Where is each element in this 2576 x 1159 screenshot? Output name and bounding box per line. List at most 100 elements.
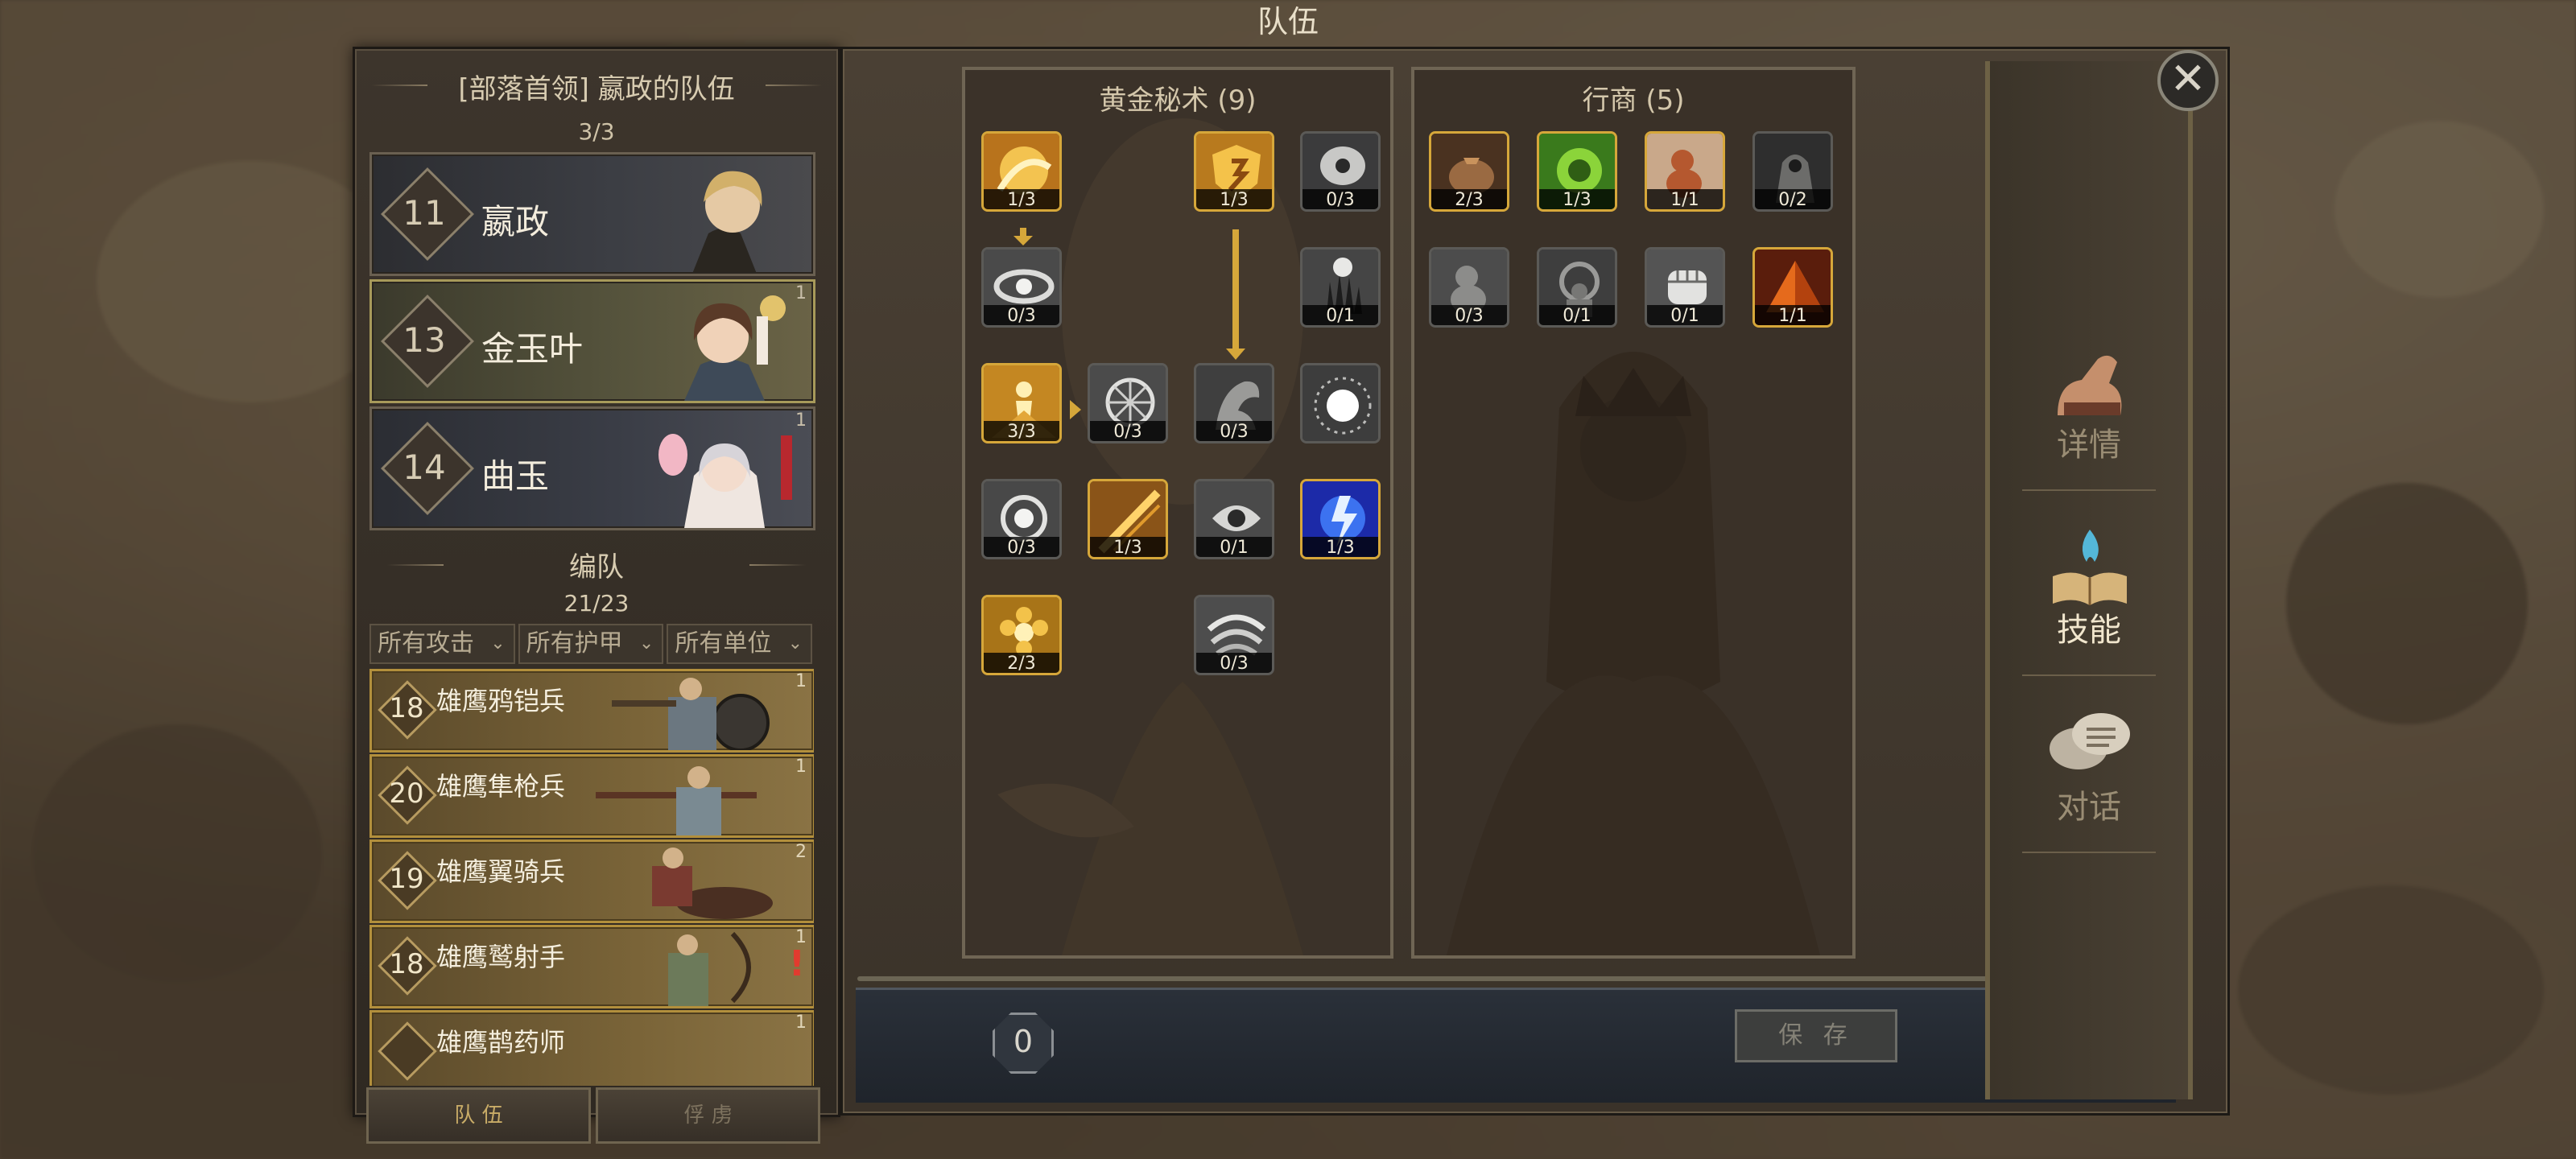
nav-label: 技能 [2057,612,2121,649]
skill-ghost-hand[interactable]: 0/3 [1194,363,1274,443]
skill-arrow [1013,236,1033,245]
skill-level: 0/2 [1755,189,1831,209]
unit-filter-dropdown[interactable]: 所有单位 ⌄ [667,624,813,664]
skill-golden-figure[interactable]: 3/3 [981,363,1062,443]
unit-name: 雄鹰鹊药师 [436,1027,566,1058]
tab-prisoners[interactable]: 俘 虏 [596,1087,820,1144]
skill-level: 1/1 [1755,305,1831,325]
skill-arrow [1070,400,1081,419]
skill-orb-spin[interactable]: 0/3 [981,479,1062,559]
hero-name: 金玉叶 [481,329,584,369]
armor-filter-dropdown[interactable]: 所有护甲 ⌄ [518,624,664,664]
nav-label: 对话 [2057,789,2121,826]
hero-portrait [658,434,792,528]
skill-arcane-eye[interactable]: 0/3 [1300,131,1381,212]
unit-level: 19 [389,863,424,895]
unit-row[interactable]: 18 雄鹰鸦铠兵 1 [369,669,814,753]
skill-level: 0/3 [1302,189,1378,209]
skill-coin-bag[interactable]: 2/3 [1429,131,1509,212]
skill-level: 0/3 [1431,305,1507,325]
chevron-down-icon: ⌄ [490,633,506,654]
speech-bubbles-icon [2050,713,2130,769]
skill-arrow [1226,349,1245,360]
side-navigation: 详情 技能 对话 [1985,61,2193,1099]
skill-level: 0/1 [1647,305,1723,325]
chevron-down-icon: ⌄ [638,633,654,654]
hero-level: 11 [402,193,446,233]
tree-title: 黄金秘术 (9) [1099,85,1257,117]
skill-level: 0/3 [984,305,1059,325]
tab-party[interactable]: 队 伍 [366,1087,591,1144]
party-tabs: 队 伍 俘 虏 [366,1087,820,1144]
unit-row[interactable]: 雄鹰鹊药师 1 [369,1010,814,1086]
skill-level: 1/1 [1647,189,1723,209]
unit-badge: 1 [795,671,807,691]
skill-fist[interactable]: 0/1 [1645,247,1725,328]
shield-soldier-illustration [612,678,770,750]
skill-mechanical-eye[interactable]: 0/1 [1194,479,1274,559]
hero-portrait [692,171,762,274]
skill-golden-shield-rune[interactable]: 1/3 [1194,131,1274,212]
skill-level: 0/3 [1196,421,1272,441]
skill-whirlwind[interactable]: 0/3 [1194,595,1274,675]
skill-blue-lightning[interactable]: 1/3 [1300,479,1381,559]
hero-card-quyu[interactable]: 14 曲玉 1 [369,406,815,530]
unit-row[interactable]: 19 雄鹰翼骑兵 2 [369,839,814,923]
cavalry-illustration [652,848,773,919]
unit-filter-label: 所有单位 [675,629,772,658]
skill-grey-gourd[interactable]: 0/3 [1429,247,1509,328]
skill-level: 0/3 [984,537,1059,557]
skill-fire-pyramid[interactable]: 1/1 [1752,247,1833,328]
skill-spiral-orb[interactable]: 0/3 [981,247,1062,328]
skill-crowd[interactable]: 0/1 [1537,247,1617,328]
window-title: 队伍 [1257,4,1319,39]
attack-filter-dropdown[interactable]: 所有攻击 ⌄ [369,624,515,664]
unit-name: 雄鹰鹫射手 [436,942,566,972]
nav-dialogue[interactable]: 对话 [1990,697,2188,842]
hero-name: 嬴政 [481,202,550,241]
skill-golden-swirl[interactable]: 1/3 [981,131,1062,212]
skill-arrow [1232,229,1239,350]
horizontal-scrollbar[interactable] [857,976,2178,981]
hero-portrait [684,295,786,401]
skill-light-burst[interactable] [1300,363,1381,443]
skill-level: 1/3 [1090,537,1166,557]
tree-title: 行商 (5) [1582,85,1685,117]
flexed-arm-icon [2058,355,2122,415]
unit-list[interactable]: 18 雄鹰鸦铠兵 1 20 雄鹰隼枪兵 1 19 雄鹰翼骑兵 2 18 雄鹰鹫射… [369,669,814,1086]
save-button[interactable]: 保 存 [1735,1009,1897,1062]
light-burst-icon [1302,365,1378,441]
hero-count: 3/3 [578,118,615,145]
hero-card-yingzheng[interactable]: 11 嬴政 [369,152,815,276]
skill-level: 0/1 [1302,305,1378,325]
nav-skills[interactable]: 技能 [1990,520,2188,665]
skill-claw-hand[interactable]: 0/1 [1300,247,1381,328]
warning-icon: ! [788,943,805,984]
skill-level: 0/3 [1090,421,1166,441]
hero-card-jinyuye[interactable]: 13 金玉叶 1 [369,279,815,403]
hero-level: 14 [402,448,446,487]
skill-gourd[interactable]: 1/1 [1645,131,1725,212]
skill-golden-strike[interactable]: 1/3 [1088,479,1168,559]
skill-level: 0/1 [1539,305,1615,325]
unit-badge: 1 [795,1013,807,1033]
skill-radiant-wheel[interactable]: 0/3 [1088,363,1168,443]
party-panel: [部落首领] 嬴政的队伍 3/3 11 嬴政 13 金玉叶 1 14 曲玉 1 [353,47,840,1144]
unit-name: 雄鹰隼枪兵 [436,771,566,802]
close-button[interactable]: ✕ [2157,50,2219,111]
spear-soldier-illustration [596,766,757,835]
unit-row[interactable]: 20 雄鹰隼枪兵 1 [369,754,814,838]
skill-level: 2/3 [1431,189,1507,209]
skill-hooded-figure[interactable]: 0/2 [1752,131,1833,212]
skill-level: 1/3 [1196,189,1272,209]
unit-row[interactable]: 18 雄鹰鹫射手 1 ! [369,925,814,1008]
unit-filters: 所有攻击 ⌄ 所有护甲 ⌄ 所有单位 ⌄ [369,624,813,664]
skill-golden-bloom[interactable]: 2/3 [981,595,1062,675]
skill-green-coin[interactable]: 1/3 [1537,131,1617,212]
formation-count: 21/23 [564,590,630,617]
skill-level: 1/3 [984,189,1059,209]
skill-footer: 0 保 存 [856,988,2176,1103]
skill-points-value: 0 [1013,1024,1034,1059]
nav-details[interactable]: 详情 [1990,335,2188,480]
unit-level: 20 [389,777,424,810]
